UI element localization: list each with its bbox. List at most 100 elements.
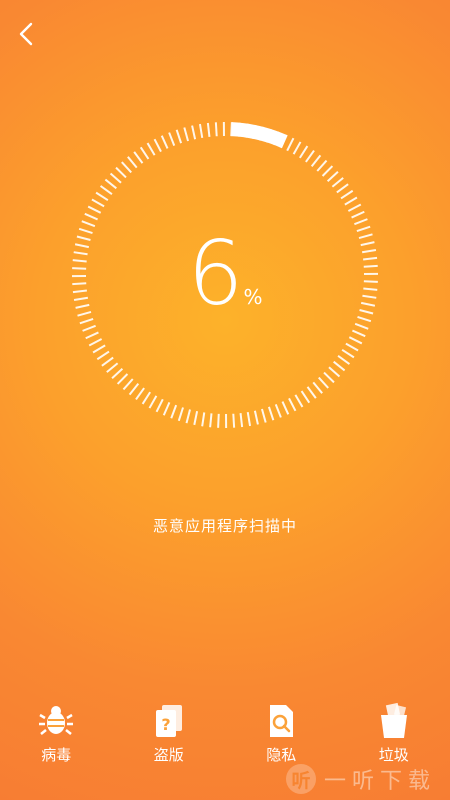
watermark-text: 一听下载 — [323, 769, 436, 794]
ring-tick — [183, 127, 190, 142]
ring-tick — [72, 289, 87, 294]
ring-tick — [328, 366, 341, 378]
ring-tick — [246, 411, 252, 427]
watermark-logo: 听 — [285, 764, 316, 794]
ring-tick — [201, 412, 206, 427]
ring-tick — [214, 122, 218, 137]
ring-tick — [326, 171, 339, 182]
ring-tick — [175, 129, 183, 144]
ring-tick — [115, 166, 127, 179]
ring-tick — [351, 210, 365, 219]
ring-tick — [354, 322, 369, 330]
ring-tick — [217, 413, 220, 428]
ring-tick — [351, 329, 366, 338]
ring-tick — [160, 135, 169, 149]
ring-tick — [358, 233, 373, 240]
ring-tick — [141, 391, 151, 405]
ring-tick — [72, 282, 87, 286]
ring-tick — [170, 404, 178, 419]
ring-tick — [128, 383, 140, 396]
ring-tick — [122, 378, 134, 391]
chevron-left-icon — [19, 22, 33, 46]
ring-tick — [299, 145, 309, 159]
ring-tick — [96, 350, 110, 361]
ring-tick — [79, 317, 94, 325]
ring-tick — [323, 371, 335, 384]
ring-tick — [84, 212, 99, 221]
ring-tick — [363, 264, 378, 268]
ring-tick — [85, 331, 99, 340]
ring-tick — [294, 394, 304, 408]
nav-item-piracy[interactable]: ? 盗版 — [124, 702, 214, 772]
nav-label-virus: 病毒 — [41, 746, 72, 764]
ring-tick — [121, 161, 132, 174]
ring-tick — [106, 362, 119, 373]
ring-tick — [99, 185, 113, 195]
ring-tick — [340, 189, 354, 200]
ring-tick — [348, 336, 363, 345]
ring-tick — [300, 390, 311, 404]
ring-tick — [347, 203, 362, 212]
ring-tick — [360, 241, 375, 247]
scan-progress-ring — [71, 121, 379, 429]
ring-tick — [133, 151, 144, 164]
ring-tick — [281, 401, 290, 415]
ring-tick — [331, 177, 344, 188]
ring-tick — [74, 243, 90, 249]
ring-tick — [95, 191, 109, 201]
privacy-search-icon — [270, 705, 294, 737]
progress-arc — [231, 122, 288, 149]
ring-tick — [360, 301, 376, 307]
back-button[interactable] — [10, 18, 42, 50]
ring-tick — [127, 156, 138, 169]
ring-tick — [336, 183, 349, 194]
ring-tick — [361, 248, 377, 254]
pirate-doc-icon: ? — [155, 705, 182, 737]
ring-tick — [139, 146, 150, 160]
ring-tick — [146, 142, 156, 156]
nav-item-virus[interactable]: 病毒 — [11, 702, 101, 772]
ring-tick — [88, 338, 103, 347]
ring-tick — [253, 410, 259, 425]
ring-tick — [91, 198, 105, 208]
ring-tick — [101, 356, 114, 367]
ring-tick — [356, 225, 371, 233]
svg-text:?: ? — [161, 715, 170, 734]
ring-tick — [312, 381, 323, 394]
ring-tick — [318, 376, 329, 389]
ring-tick — [135, 387, 145, 401]
watermark: 听 一听下载 — [285, 762, 436, 796]
ring-tick — [111, 368, 124, 379]
ring-tick — [362, 294, 377, 299]
ring-tick — [116, 373, 129, 385]
ring-tick — [209, 413, 213, 428]
ring-tick — [239, 413, 244, 428]
ring-tick — [316, 159, 328, 172]
ring-tick — [344, 196, 358, 206]
ring-tick — [206, 122, 211, 137]
ring-tick — [357, 316, 372, 323]
ring-tick — [87, 205, 102, 214]
ring-tick — [310, 154, 322, 167]
ring-tick — [155, 398, 164, 413]
ring-tick — [363, 280, 378, 283]
ring-tick — [75, 303, 90, 309]
ring-tick — [333, 360, 346, 372]
ring-tick — [288, 397, 297, 412]
ring-tick — [260, 408, 267, 423]
trash-icon — [380, 702, 407, 738]
ring-tick — [363, 287, 378, 291]
ring-tick — [185, 409, 191, 424]
ring-tick — [168, 132, 176, 146]
ring-tick — [92, 344, 106, 354]
ring-tick — [359, 309, 374, 315]
ring-tick — [148, 395, 158, 409]
ring-tick — [109, 172, 122, 184]
ring-tick — [73, 251, 88, 256]
ring-tick — [232, 413, 236, 428]
ring-tick — [76, 235, 91, 241]
ring-tick — [104, 178, 117, 190]
ring-tick — [78, 227, 93, 234]
scan-status-text: 恶意应用程序扫描中 — [152, 517, 297, 535]
ring-tick — [274, 404, 282, 418]
